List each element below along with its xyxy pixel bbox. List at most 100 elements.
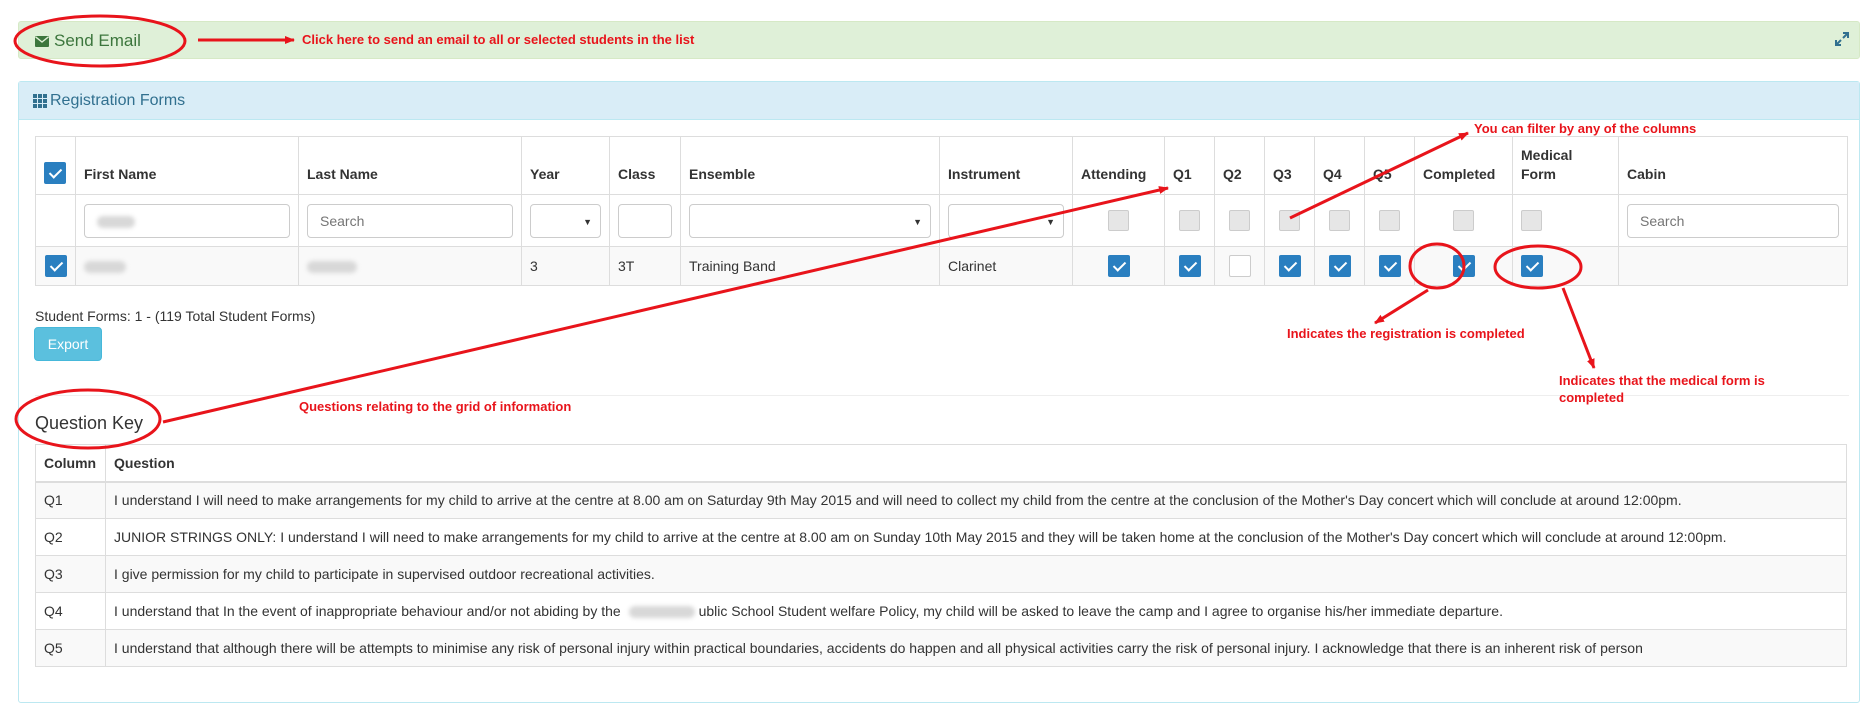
q1-checkbox[interactable] bbox=[1178, 255, 1201, 277]
question-text-part: ublic School Student welfare Policy, my … bbox=[698, 603, 1503, 619]
header-last-name[interactable]: Last Name bbox=[298, 136, 522, 195]
first-name-cell bbox=[75, 246, 299, 286]
annotation-completed: Indicates the registration is completed bbox=[1287, 326, 1525, 341]
filter-cell-first-name bbox=[75, 194, 299, 247]
question-row: Q2 JUNIOR STRINGS ONLY: I understand I w… bbox=[35, 518, 1847, 556]
question-text-part: I understand that In the event of inappr… bbox=[114, 603, 621, 619]
instrument-filter-select[interactable]: ▼ bbox=[948, 203, 1064, 238]
medical-form-filter-checkbox[interactable] bbox=[1521, 210, 1542, 231]
filter-cell-instrument: ▼ bbox=[939, 194, 1073, 247]
row-select-checkbox[interactable] bbox=[44, 255, 67, 277]
header-q5[interactable]: Q5 bbox=[1364, 136, 1415, 195]
attending-filter-checkbox[interactable] bbox=[1108, 210, 1129, 231]
question-text: JUNIOR STRINGS ONLY: I understand I will… bbox=[105, 518, 1847, 556]
q5-filter-checkbox[interactable] bbox=[1379, 210, 1400, 231]
header-row: First Name Last Name Year Class Ensemble… bbox=[35, 136, 1848, 195]
filter-cell-cabin bbox=[1618, 194, 1848, 247]
attending-checkbox[interactable] bbox=[1107, 255, 1130, 277]
q2-checkbox[interactable] bbox=[1228, 255, 1251, 277]
q4-filter-checkbox[interactable] bbox=[1329, 210, 1350, 231]
header-q3[interactable]: Q3 bbox=[1264, 136, 1315, 195]
envelope-icon bbox=[35, 35, 49, 47]
question-text: I understand I will need to make arrange… bbox=[105, 481, 1847, 519]
header-q4[interactable]: Q4 bbox=[1314, 136, 1365, 195]
caret-down-icon: ▼ bbox=[1046, 216, 1055, 227]
medical-form-checkbox[interactable] bbox=[1521, 255, 1543, 277]
filter-cell-last-name bbox=[298, 194, 522, 247]
question-row: Q3 I give permission for my child to par… bbox=[35, 555, 1847, 593]
question-row: Q4 I understand that In the event of ina… bbox=[35, 592, 1847, 630]
q3-filter-checkbox[interactable] bbox=[1279, 210, 1300, 231]
year-filter-select[interactable]: ▼ bbox=[530, 203, 601, 238]
header-instrument[interactable]: Instrument bbox=[939, 136, 1073, 195]
q5-checkbox[interactable] bbox=[1378, 255, 1401, 277]
caret-down-icon: ▼ bbox=[583, 216, 592, 227]
q4-cell bbox=[1314, 246, 1365, 286]
caret-down-icon: ▼ bbox=[913, 216, 922, 227]
filter-cell-attending bbox=[1072, 194, 1165, 247]
first-name-filter-input[interactable] bbox=[84, 203, 290, 238]
last-name-filter-input[interactable] bbox=[307, 203, 513, 238]
cabin-filter-input[interactable] bbox=[1627, 203, 1839, 238]
annotation-medical-line: completed bbox=[1559, 390, 1625, 405]
q3-cell bbox=[1264, 246, 1315, 286]
filter-cell-ensemble: ▼ bbox=[680, 194, 940, 247]
completed-checkbox[interactable] bbox=[1452, 255, 1475, 277]
completed-filter-checkbox[interactable] bbox=[1453, 210, 1474, 231]
panel-heading: Registration Forms bbox=[19, 82, 1859, 120]
filter-cell-q4 bbox=[1314, 194, 1365, 247]
question-text: I understand that although there will be… bbox=[105, 629, 1847, 667]
filter-cell-medical-form bbox=[1512, 194, 1619, 247]
annotation-medical-line: Indicates that the medical form is bbox=[1559, 373, 1765, 388]
q2-filter-checkbox[interactable] bbox=[1229, 210, 1250, 231]
question-text: I understand that In the event of inappr… bbox=[105, 592, 1847, 630]
table-row[interactable]: 3 3T Training Band Clarinet bbox=[35, 246, 1848, 286]
header-completed[interactable]: Completed bbox=[1414, 136, 1513, 195]
export-button[interactable]: Export bbox=[34, 327, 102, 361]
redacted-first-name bbox=[84, 261, 126, 274]
q4-checkbox[interactable] bbox=[1328, 255, 1351, 277]
forms-count: Student Forms: 1 - (119 Total Student Fo… bbox=[35, 308, 316, 324]
header-q2[interactable]: Q2 bbox=[1214, 136, 1265, 195]
year-cell: 3 bbox=[521, 246, 610, 286]
question-column: Q3 bbox=[35, 555, 106, 593]
annotation-send-email: Click here to send an email to all or se… bbox=[302, 32, 695, 47]
annotation-filter: You can filter by any of the columns bbox=[1474, 121, 1697, 136]
ensemble-filter-select[interactable]: ▼ bbox=[689, 203, 931, 238]
header-class[interactable]: Class bbox=[609, 136, 681, 195]
send-email-button[interactable]: Send Email bbox=[35, 31, 141, 51]
filter-cell-q1 bbox=[1164, 194, 1215, 247]
header-year[interactable]: Year bbox=[521, 136, 610, 195]
question-row: Q5 I understand that although there will… bbox=[35, 629, 1847, 667]
annotation-medical-form: Indicates that the medical form is compl… bbox=[1559, 372, 1765, 406]
question-column: Q2 bbox=[35, 518, 106, 556]
filter-cell-select bbox=[35, 194, 76, 247]
filter-cell-class bbox=[609, 194, 681, 247]
question-column: Q4 bbox=[35, 592, 106, 630]
header-first-name[interactable]: First Name bbox=[75, 136, 299, 195]
header-q1[interactable]: Q1 bbox=[1164, 136, 1215, 195]
question-key-table: Column Question Q1 I understand I will n… bbox=[35, 444, 1847, 667]
header-attending[interactable]: Attending bbox=[1072, 136, 1165, 195]
q1-cell bbox=[1164, 246, 1215, 286]
annotation-questions: Questions relating to the grid of inform… bbox=[299, 399, 572, 414]
header-cabin[interactable]: Cabin bbox=[1618, 136, 1848, 195]
q3-checkbox[interactable] bbox=[1278, 255, 1301, 277]
column-header: Column bbox=[35, 444, 106, 483]
send-email-bar: Send Email bbox=[18, 21, 1860, 59]
header-medical-form[interactable]: Medical Form bbox=[1512, 136, 1619, 195]
select-all-checkbox[interactable] bbox=[44, 162, 66, 184]
q2-cell bbox=[1214, 246, 1265, 286]
panel-title: Registration Forms bbox=[50, 91, 186, 109]
question-column: Q1 bbox=[35, 481, 106, 519]
filter-cell-year: ▼ bbox=[521, 194, 610, 247]
header-ensemble[interactable]: Ensemble bbox=[680, 136, 940, 195]
expand-icon[interactable] bbox=[1835, 32, 1849, 46]
redacted-last-name bbox=[307, 261, 357, 274]
medical-form-cell bbox=[1512, 246, 1619, 286]
q1-filter-checkbox[interactable] bbox=[1179, 210, 1200, 231]
question-key-title: Question Key bbox=[35, 413, 144, 433]
question-row: Q1 I understand I will need to make arra… bbox=[35, 481, 1847, 519]
class-filter-input[interactable] bbox=[618, 203, 672, 238]
question-column: Q5 bbox=[35, 629, 106, 667]
